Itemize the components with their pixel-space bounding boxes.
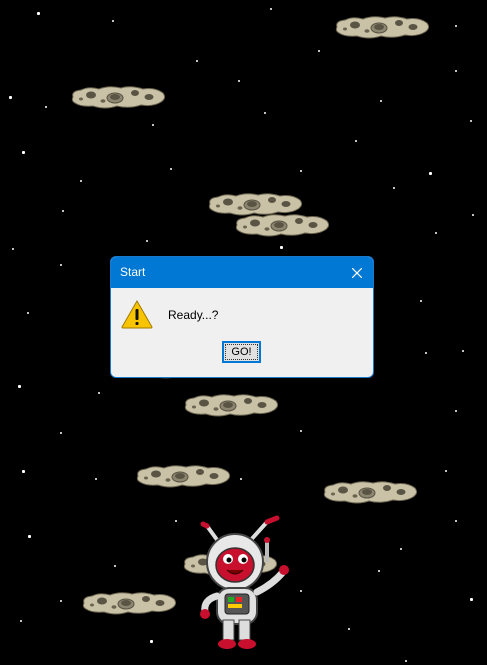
star (355, 140, 357, 142)
star (240, 478, 242, 480)
star (112, 20, 114, 22)
star (114, 565, 116, 567)
star (170, 168, 172, 170)
asteroid-platform (134, 462, 232, 490)
star (152, 124, 154, 126)
asteroid-platform (321, 478, 419, 506)
star (378, 570, 380, 572)
star (20, 620, 22, 622)
dialog-title: Start (120, 265, 146, 279)
go-button[interactable]: GO! (222, 341, 261, 363)
star (196, 60, 198, 62)
alien-astronaut-player (185, 512, 295, 652)
close-button[interactable] (341, 257, 373, 288)
star (300, 170, 302, 172)
star (405, 660, 407, 662)
dialog-titlebar: Start (111, 257, 373, 288)
star (429, 172, 432, 175)
start-dialog: Start Ready...? GO! (110, 256, 374, 378)
star (455, 410, 457, 412)
star (455, 520, 457, 522)
star (80, 180, 82, 182)
star (62, 210, 64, 212)
star (95, 478, 97, 480)
star (270, 8, 272, 10)
star (60, 264, 62, 266)
asteroid-platform (333, 13, 431, 41)
star (462, 350, 464, 352)
star (238, 80, 240, 82)
star (300, 590, 302, 592)
star (146, 240, 148, 242)
star (264, 112, 266, 114)
asteroid-platform (69, 83, 167, 111)
star (472, 214, 474, 216)
star (380, 100, 382, 102)
star (60, 432, 62, 434)
star (435, 232, 437, 234)
asteroid-platform (80, 589, 178, 617)
star (22, 470, 25, 473)
star (348, 628, 350, 630)
star (470, 120, 472, 122)
star (420, 300, 422, 302)
star (37, 12, 40, 15)
star (455, 25, 457, 27)
star (455, 70, 457, 72)
star (22, 151, 25, 154)
star (60, 600, 62, 602)
star (45, 106, 47, 108)
star (445, 470, 447, 472)
close-icon (352, 267, 362, 278)
star (18, 385, 21, 388)
star (318, 50, 320, 52)
star (98, 392, 100, 394)
star (393, 187, 395, 189)
star (12, 248, 14, 250)
star (400, 548, 402, 550)
star (280, 246, 283, 249)
star (150, 640, 153, 643)
asteroid-platform (233, 211, 331, 239)
warning-icon (121, 299, 153, 329)
star (28, 535, 31, 538)
asteroid-platform (182, 391, 280, 419)
star (470, 598, 473, 601)
dialog-message: Ready...? (168, 308, 219, 322)
star (175, 520, 177, 522)
star (27, 312, 29, 314)
star (9, 96, 12, 99)
star (425, 352, 427, 354)
star (300, 430, 302, 432)
